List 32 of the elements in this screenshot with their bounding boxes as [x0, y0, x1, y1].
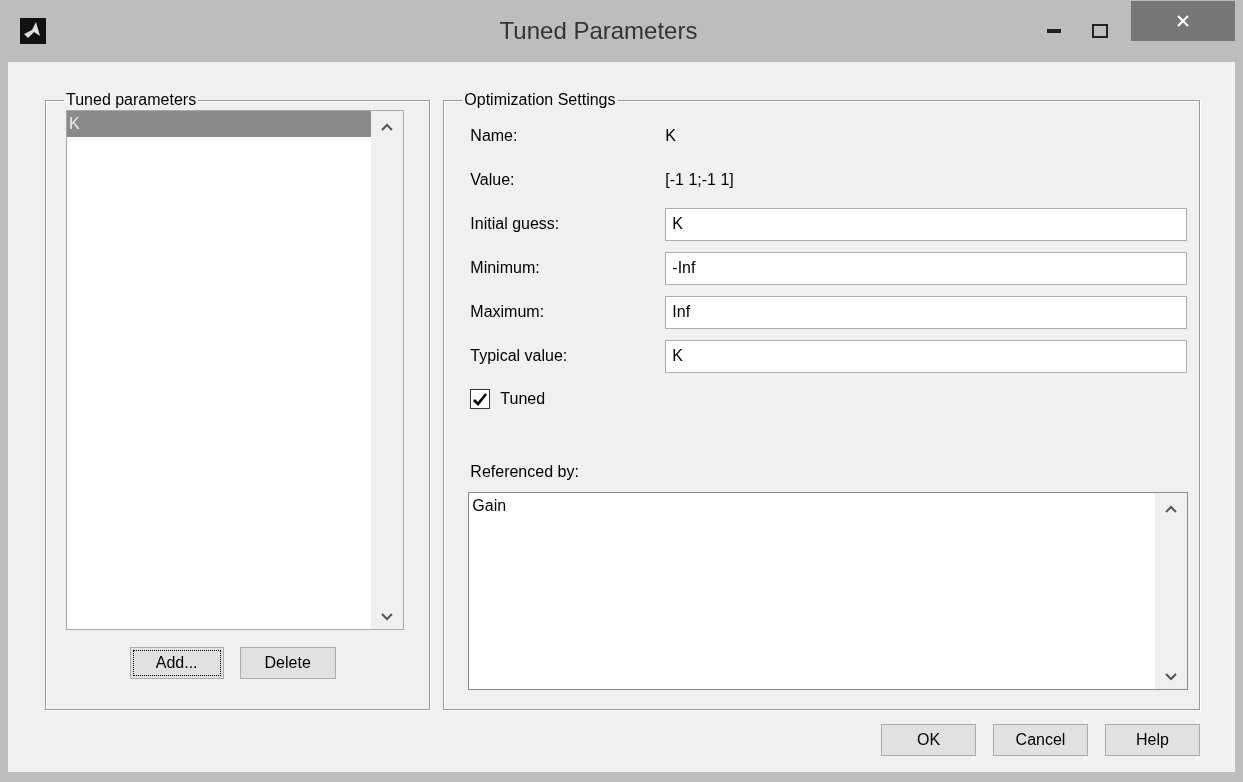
window-title: Tuned Parameters [498, 16, 699, 46]
dialog-button[interactable]: Delete [239, 647, 336, 679]
dialog-button[interactable]: OK [881, 724, 976, 756]
scroll-up-icon[interactable] [381, 123, 393, 131]
field-label: Initial guess: [470, 214, 561, 234]
checkbox-label: Tuned [500, 389, 546, 409]
field-label: Typical value: [470, 346, 569, 366]
input-field[interactable]: Inf [665, 295, 1188, 329]
field-label: Value: [470, 170, 516, 190]
checkbox[interactable] [470, 389, 491, 409]
scroll-down-icon[interactable] [381, 613, 393, 621]
group-title: Optimization Settings [463, 92, 617, 108]
text-area[interactable]: Gain [468, 492, 1189, 690]
input-field[interactable]: K [665, 339, 1188, 373]
section-label: Referenced by: [470, 463, 579, 480]
text-content: Gain [472, 497, 507, 514]
app-icon [20, 18, 46, 44]
scroll-down-icon[interactable] [1165, 673, 1178, 681]
group-title: Tuned parameters [65, 92, 198, 108]
field-label: Maximum: [470, 302, 546, 322]
close-icon[interactable] [1176, 14, 1190, 28]
field-label: Minimum: [470, 258, 541, 278]
maximize-icon[interactable] [1092, 24, 1108, 38]
input-field[interactable]: -Inf [665, 251, 1188, 285]
dialog-button[interactable]: Cancel [993, 724, 1088, 756]
scroll-up-icon[interactable] [1165, 505, 1178, 513]
input-field[interactable]: K [665, 207, 1188, 241]
dialog-button[interactable]: Add... [129, 647, 224, 679]
field-value: K [665, 126, 676, 146]
dialog-button[interactable]: Help [1105, 724, 1200, 756]
field-label: Name: [470, 126, 519, 146]
field-value: [-1 1;-1 1] [665, 170, 734, 190]
